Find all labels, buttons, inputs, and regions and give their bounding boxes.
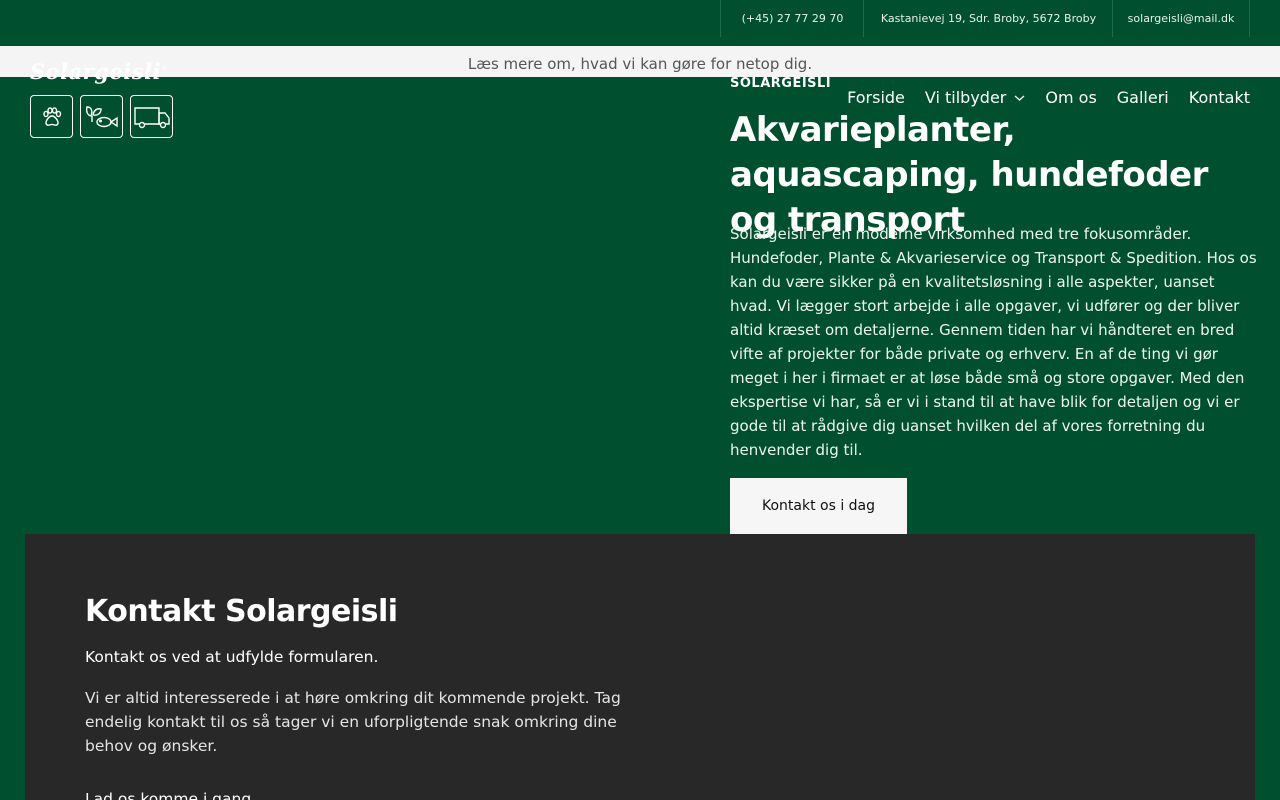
chevron-down-icon [1014, 95, 1025, 101]
contact-next-heading: Lad os komme i gang [85, 790, 252, 800]
contact-title: Kontakt Solargeisli [85, 594, 398, 629]
nav-forside[interactable]: Forside [847, 88, 905, 107]
contact-body: Vi er altid interesserede i at høre omkr… [85, 689, 621, 755]
nav-label: Kontakt [1188, 88, 1250, 107]
main-navigation: Forside Vi tilbyder Om os Galleri Kontak… [847, 88, 1250, 107]
contact-section: Kontakt Solargeisli Kontakt os ved at ud… [25, 534, 1255, 800]
nav-label: Om os [1045, 88, 1097, 107]
registered-mark: ® [161, 65, 169, 73]
nav-kontakt[interactable]: Kontakt [1189, 88, 1250, 107]
hero-eyebrow: SOLARGEISLI [730, 76, 832, 91]
nav-vi-tilbyder[interactable]: Vi tilbyder [925, 88, 1026, 107]
nav-galleri[interactable]: Galleri [1117, 88, 1169, 107]
plant-fish-icon[interactable] [80, 95, 123, 138]
contact-us-button[interactable]: Kontakt os i dag [730, 478, 907, 534]
contact-lead: Kontakt os ved at udfylde formularen. [85, 648, 379, 666]
email-link[interactable]: solargeisli@mail.dk [1112, 0, 1250, 37]
nav-om-os[interactable]: Om os [1045, 88, 1096, 107]
phone-link[interactable]: (+45) 27 77 29 70 [720, 0, 864, 37]
van-icon[interactable] [130, 95, 173, 138]
logo-text: Solargeisli [30, 59, 162, 84]
address-text: Kastanievej 19, Sdr. Broby, 5672 Broby [863, 0, 1113, 37]
paw-icon[interactable] [30, 95, 73, 138]
hero-description: Solargeisli er en moderne virksomhed med… [730, 225, 1257, 459]
service-icons [30, 95, 173, 138]
notice-banner: Læs mere om, hvad vi kan gøre for netop … [0, 46, 1280, 77]
nav-label: Vi tilbyder [924, 88, 1007, 107]
nav-label: Forside [847, 88, 905, 107]
nav-label: Galleri [1116, 88, 1169, 107]
top-contact-bar: (+45) 27 77 29 70 Kastanievej 19, Sdr. B… [0, 0, 1280, 46]
site-logo[interactable]: Solargeisli® [30, 59, 169, 84]
